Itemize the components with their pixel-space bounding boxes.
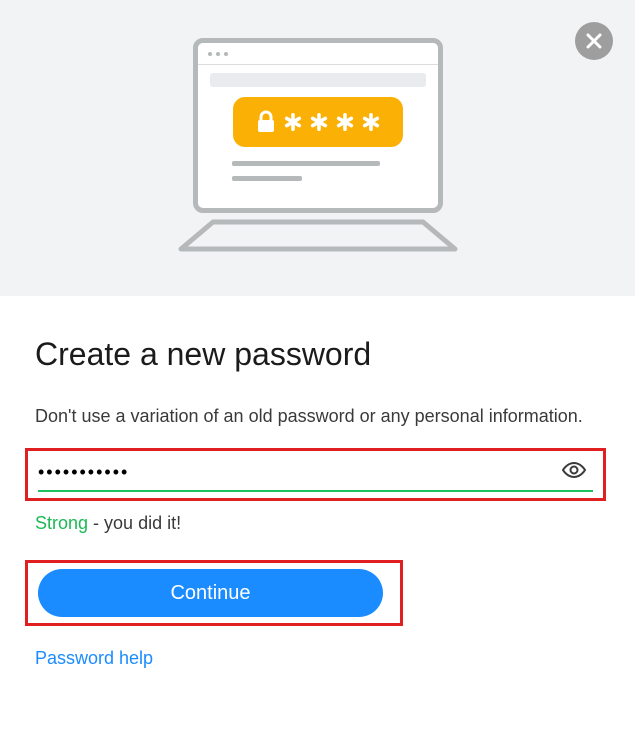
asterisk-icon	[310, 113, 328, 131]
placeholder-line	[232, 161, 380, 166]
close-icon	[584, 31, 604, 51]
toggle-visibility-button[interactable]	[555, 461, 593, 484]
placeholder-line	[232, 176, 302, 181]
main-content: Create a new password Don't use a variat…	[0, 296, 635, 669]
eye-icon	[561, 461, 587, 479]
laptop-base	[173, 217, 463, 257]
password-help-link[interactable]: Password help	[35, 648, 153, 668]
asterisk-icon	[362, 113, 380, 131]
password-input[interactable]	[38, 462, 555, 483]
asterisk-icon	[336, 113, 354, 131]
page-title: Create a new password	[35, 336, 600, 373]
password-mask-badge	[233, 97, 403, 147]
browser-address-bar	[210, 73, 426, 87]
close-button[interactable]	[575, 22, 613, 60]
password-field-wrap	[38, 461, 593, 492]
continue-button[interactable]: Continue	[38, 569, 383, 617]
page-subtitle: Don't use a variation of an old password…	[35, 403, 600, 430]
strength-suffix: - you did it!	[88, 513, 181, 533]
password-field-highlight	[25, 448, 606, 501]
laptop-screen	[193, 38, 443, 213]
asterisk-icon	[284, 113, 302, 131]
hero-section	[0, 0, 635, 296]
password-strength-text: Strong - you did it!	[35, 513, 600, 534]
continue-button-highlight: Continue	[25, 560, 403, 626]
strength-label: Strong	[35, 513, 88, 533]
browser-chrome	[198, 43, 438, 65]
laptop-illustration	[173, 38, 463, 258]
lock-icon	[256, 110, 276, 134]
